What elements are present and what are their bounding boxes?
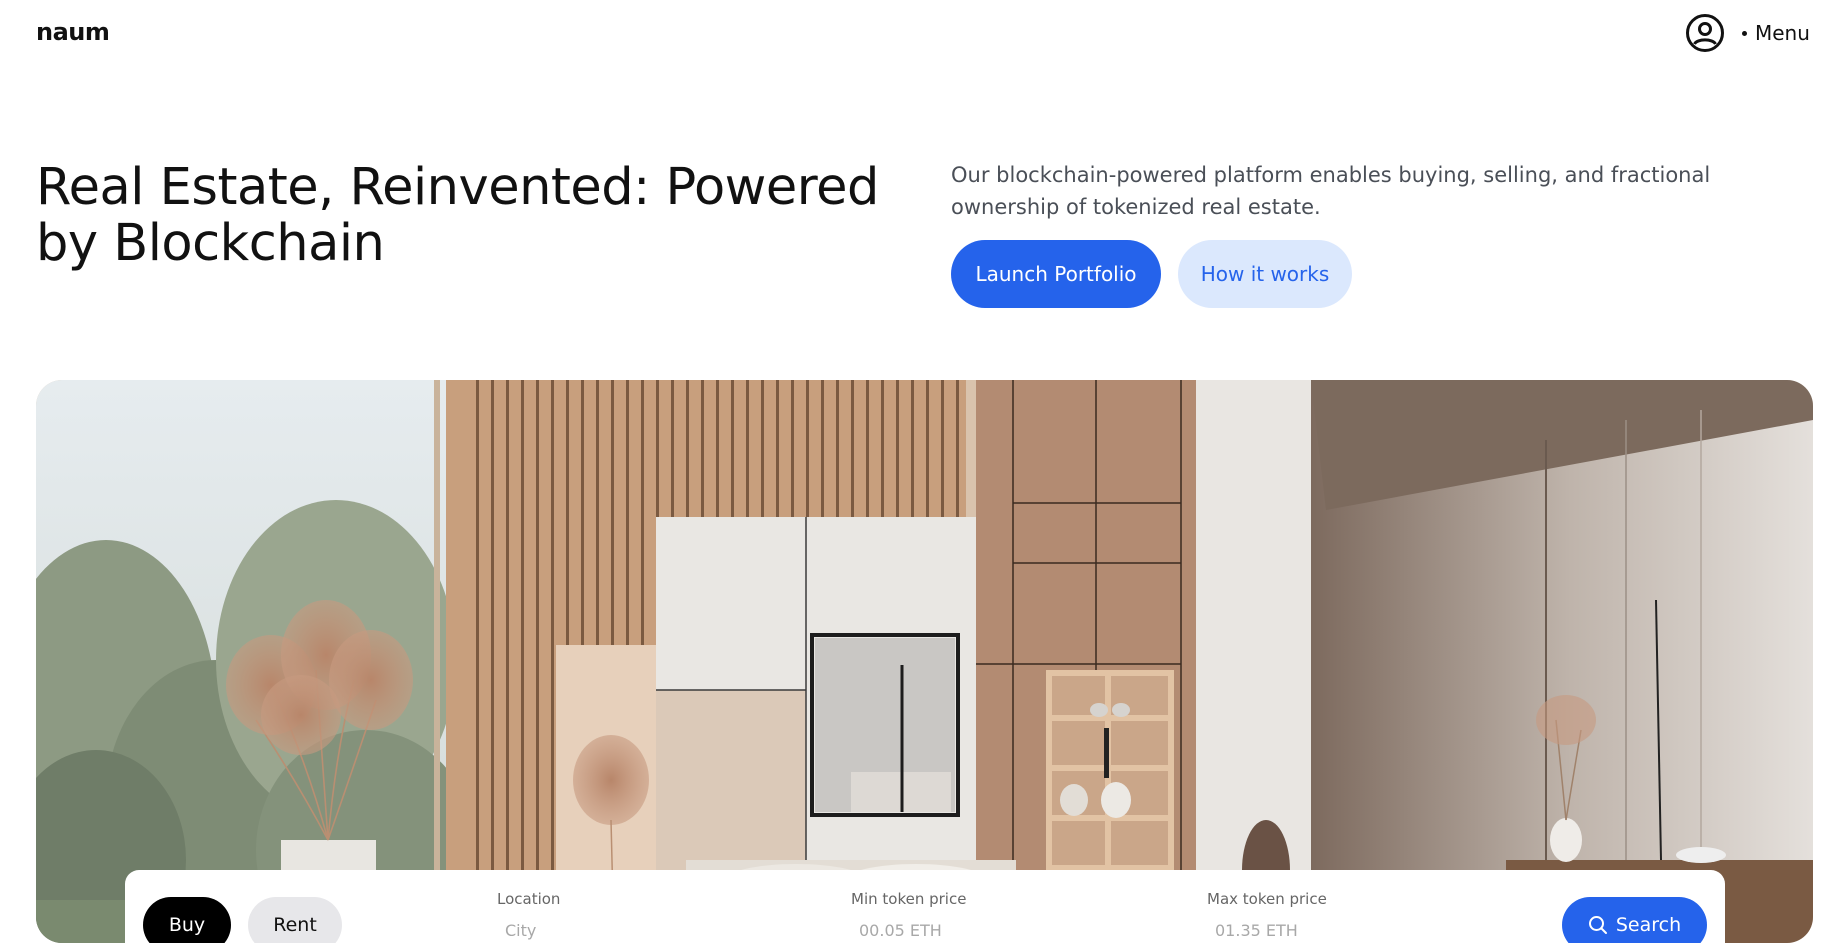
user-circle-icon	[1686, 14, 1724, 52]
min-price-input[interactable]	[851, 918, 1071, 942]
max-price-input[interactable]	[1207, 918, 1427, 942]
min-price-field: Min token price	[851, 890, 1111, 942]
menu-label: Menu	[1755, 21, 1810, 45]
search-button-label: Search	[1615, 914, 1682, 936]
logo[interactable]: naum	[36, 18, 110, 46]
location-input[interactable]	[497, 918, 717, 942]
menu-button[interactable]: Menu	[1742, 19, 1810, 47]
max-price-field: Max token price	[1207, 890, 1467, 942]
site-header: naum Menu	[0, 0, 1846, 68]
location-field: Location	[497, 890, 757, 942]
tab-rent[interactable]: Rent	[248, 897, 342, 943]
account-button[interactable]	[1685, 13, 1725, 53]
hero-image	[36, 380, 1813, 943]
launch-portfolio-button[interactable]: Launch Portfolio	[951, 240, 1161, 308]
search-button[interactable]: Search	[1562, 897, 1707, 943]
location-label: Location	[497, 890, 561, 908]
how-it-works-button[interactable]: How it works	[1178, 240, 1352, 308]
search-icon	[1588, 916, 1607, 934]
menu-dot-icon	[1742, 30, 1747, 36]
tab-buy[interactable]: Buy	[143, 897, 231, 943]
interior-illustration	[36, 380, 1813, 943]
page-title: Real Estate, Reinvented: Powered by Bloc…	[36, 158, 879, 273]
max-price-label: Max token price	[1207, 890, 1327, 908]
property-search-bar: Buy Rent Location Min token price Max to…	[125, 870, 1725, 943]
min-price-label: Min token price	[851, 890, 967, 908]
hero-description: Our blockchain-powered platform enables …	[951, 163, 1711, 219]
